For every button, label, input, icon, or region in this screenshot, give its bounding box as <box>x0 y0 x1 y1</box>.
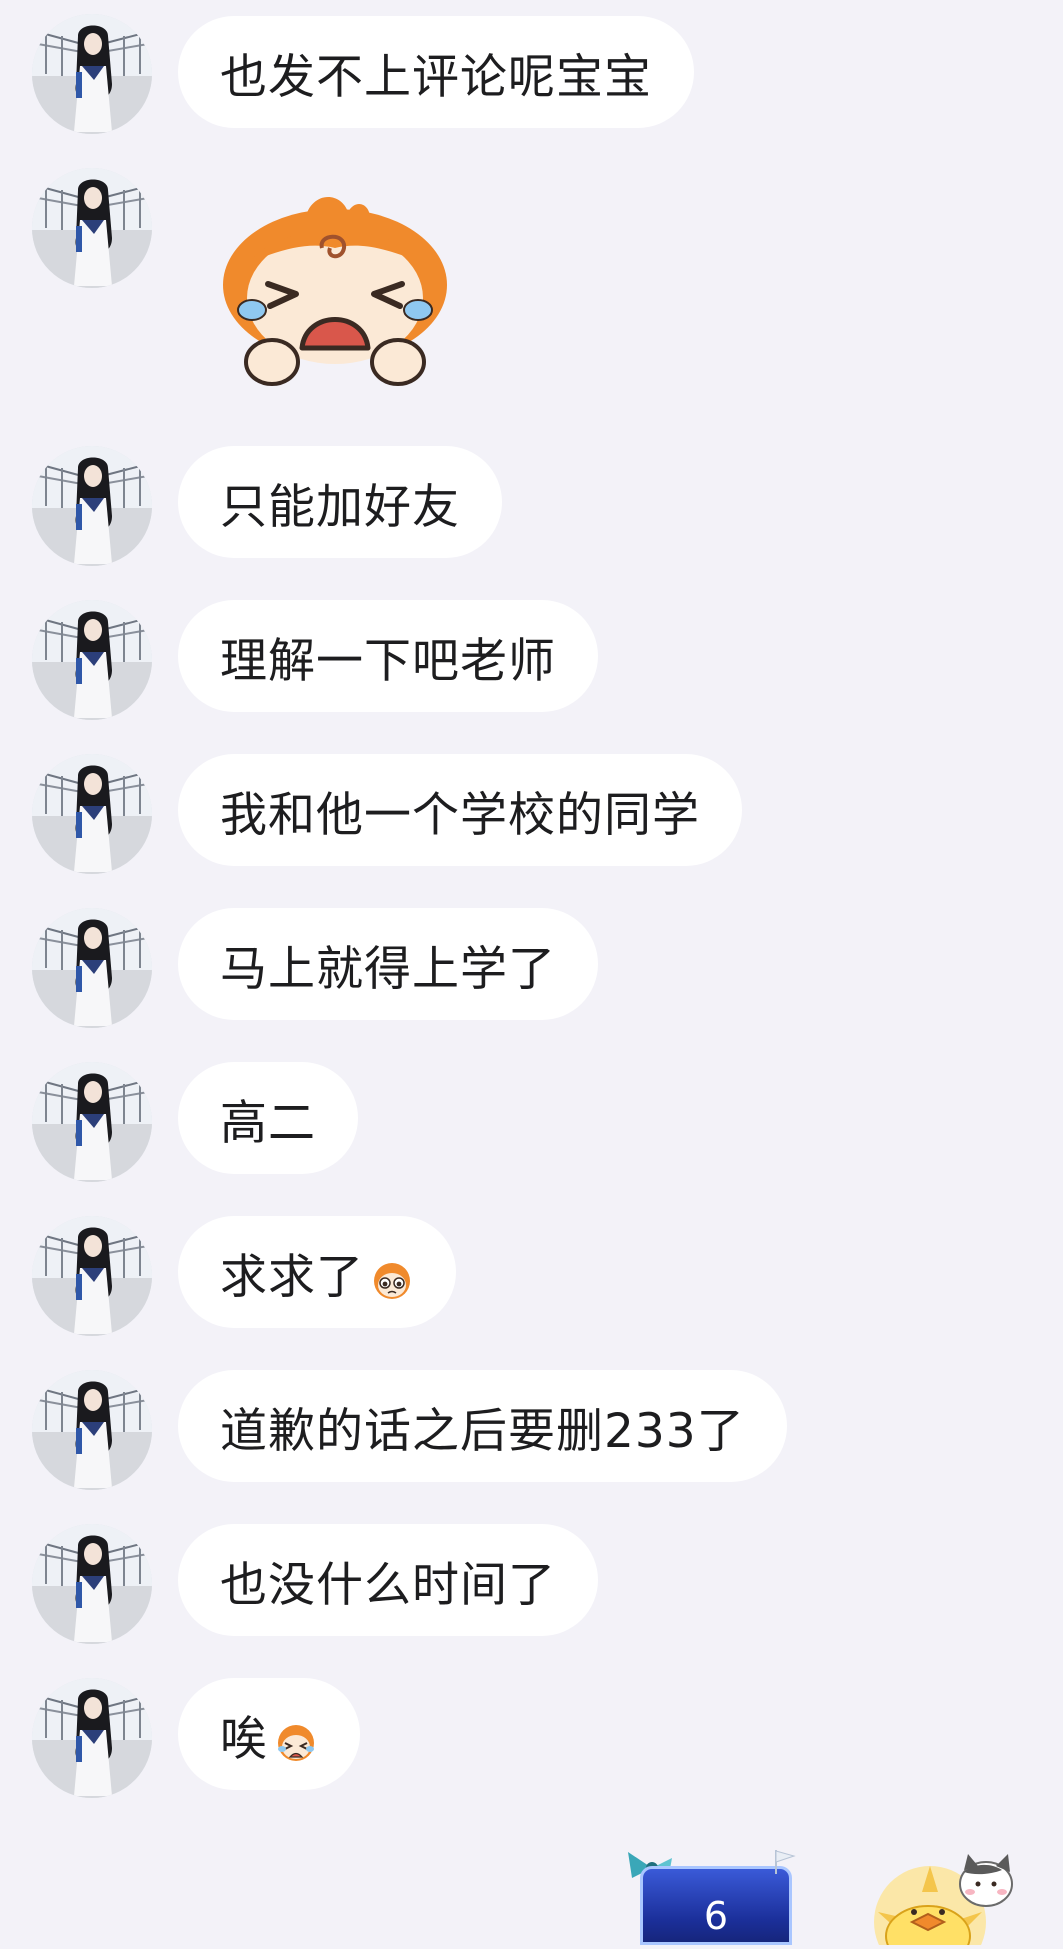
message-bubble[interactable]: 也没什么时间了 <box>178 1524 598 1636</box>
message-bubble[interactable]: 我和他一个学校的同学 <box>178 754 742 866</box>
message-bubble[interactable]: 求求了 <box>178 1216 456 1328</box>
message-text: 求求了 <box>220 1249 364 1305</box>
message-bubble[interactable]: 马上就得上学了 <box>178 908 598 1020</box>
message-bubble[interactable]: 也发不上评论呢宝宝 <box>178 16 694 128</box>
sender-avatar[interactable] <box>32 1062 152 1182</box>
message-text: 我和他一个学校的同学 <box>220 787 700 843</box>
sender-avatar[interactable] <box>32 168 152 288</box>
message-row: 唉 <box>0 1678 1063 1798</box>
message-text: 理解一下吧老师 <box>220 633 556 689</box>
sender-avatar[interactable] <box>32 1524 152 1644</box>
message-text: 道歉的话之后要删233了 <box>220 1403 745 1459</box>
message-text: 只能加好友 <box>220 479 460 535</box>
crying-orange-haired-character-sticker[interactable] <box>210 190 460 390</box>
duck-and-cat-sticker[interactable] <box>868 1852 1018 1949</box>
message-bubble[interactable]: 高二 <box>178 1062 358 1174</box>
pleading-face-emoji <box>370 1257 414 1301</box>
message-text: 唉 <box>220 1711 268 1767</box>
crying-face-emoji <box>274 1719 318 1763</box>
badge-count: 6 <box>703 1894 729 1938</box>
message-bubble[interactable]: 理解一下吧老师 <box>178 600 598 712</box>
sender-avatar[interactable] <box>32 446 152 566</box>
message-row: 也发不上评论呢宝宝 <box>0 14 1063 134</box>
sender-avatar[interactable] <box>32 1678 152 1798</box>
message-bubble[interactable]: 道歉的话之后要删233了 <box>178 1370 787 1482</box>
chat-message-list[interactable]: 也发不上评论呢宝宝 只能加好友 理解一下吧老师 我和他一个学校的同学 马上就得上… <box>0 0 1063 1945</box>
message-bubble[interactable]: 只能加好友 <box>178 446 502 558</box>
message-row: 也没什么时间了 <box>0 1524 1063 1644</box>
message-text: 高二 <box>220 1095 316 1151</box>
sender-avatar[interactable] <box>32 600 152 720</box>
message-bubble[interactable]: 唉 <box>178 1678 360 1790</box>
message-text: 也没什么时间了 <box>220 1557 556 1613</box>
sender-avatar[interactable] <box>32 754 152 874</box>
sender-avatar[interactable] <box>32 1216 152 1336</box>
message-row: 马上就得上学了 <box>0 908 1063 1028</box>
message-row: 求求了 <box>0 1216 1063 1336</box>
message-row: 只能加好友 <box>0 446 1063 566</box>
flag-icon <box>770 1848 798 1876</box>
message-row: 理解一下吧老师 <box>0 600 1063 720</box>
sender-avatar[interactable] <box>32 14 152 134</box>
message-text: 也发不上评论呢宝宝 <box>220 49 652 105</box>
message-row: 我和他一个学校的同学 <box>0 754 1063 874</box>
message-row: 高二 <box>0 1062 1063 1182</box>
sender-avatar[interactable] <box>32 1370 152 1490</box>
blue-level-badge-icon[interactable]: 6 <box>640 1866 792 1945</box>
sender-avatar[interactable] <box>32 908 152 1028</box>
message-row: 道歉的话之后要删233了 <box>0 1370 1063 1490</box>
message-text: 马上就得上学了 <box>220 941 556 997</box>
message-row <box>0 168 1063 418</box>
